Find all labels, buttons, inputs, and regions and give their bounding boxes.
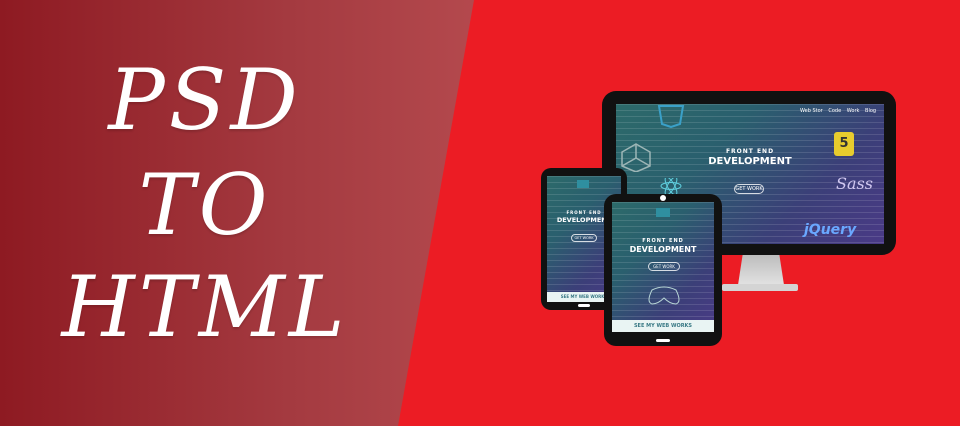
css-logo-icon xyxy=(657,105,685,128)
jquery-logo-icon: jQuery xyxy=(804,222,857,238)
banner: PSD TO HTML Web Stor Code Work Blog FRON… xyxy=(0,0,960,426)
tablet-small-home-bar xyxy=(578,304,590,307)
tablet-front-headline: DEVELOPMENT xyxy=(629,245,697,254)
title-line-html: HTML xyxy=(61,258,349,356)
unity-cube-icon xyxy=(621,143,651,172)
monitor-headline: DEVELOPMENT xyxy=(708,156,792,167)
monitor-nav: Web Stor Code Work Blog xyxy=(800,108,876,114)
monitor-stand-base xyxy=(722,284,798,291)
site-logo-icon xyxy=(656,208,670,217)
nav-item[interactable]: Blog xyxy=(865,108,876,114)
html5-logo-icon: 5 xyxy=(834,132,854,156)
monitor-stand-neck xyxy=(738,255,784,285)
nav-item[interactable]: Code xyxy=(828,108,841,114)
tablet-camera-icon xyxy=(660,195,666,201)
sass-logo-icon: Sass xyxy=(836,174,873,193)
tablet-front-footer[interactable]: SEE MY WEB WORKS xyxy=(612,320,714,332)
nav-item[interactable]: Web Stor xyxy=(800,108,823,114)
title-line-psd: PSD xyxy=(108,51,302,149)
site-logo-icon xyxy=(577,180,589,188)
nav-item[interactable]: Work xyxy=(847,108,860,114)
monitor-get-work-button[interactable]: GET WORK xyxy=(734,184,764,194)
tablet-front-get-work-button[interactable]: GET WORK xyxy=(648,262,680,271)
monitor-subheadline: FRONT END xyxy=(725,148,775,155)
tablet-front-subheadline: FRONT END xyxy=(642,238,684,244)
title-line-to: TO xyxy=(138,156,272,254)
tablet-front-home-bar xyxy=(656,339,670,342)
react-atom-icon xyxy=(660,178,682,194)
tablet-small-get-work-button[interactable]: GET WORK xyxy=(571,234,597,242)
tablet-front-screen: FRONT END DEVELOPMENT GET WORK SEE MY WE… xyxy=(612,202,714,332)
gamepad-icon xyxy=(648,286,680,305)
